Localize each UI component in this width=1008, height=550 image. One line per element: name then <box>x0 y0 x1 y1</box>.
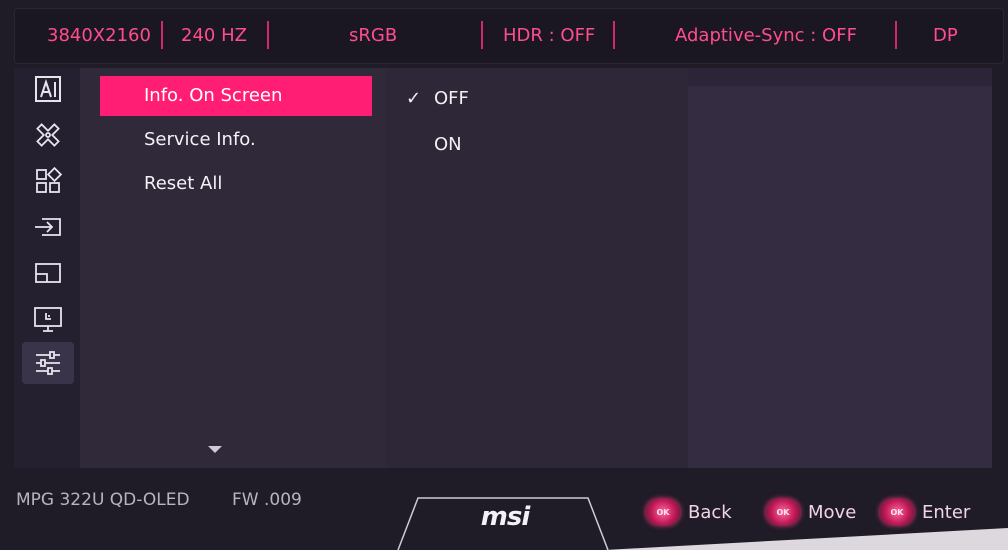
pip-icon <box>35 263 61 283</box>
firmware-version: FW .009 <box>232 490 302 510</box>
options-column: ✓ OFF ON <box>386 68 688 468</box>
status-refresh-rate: 240 HZ <box>181 25 247 46</box>
sidebar-item-input-source[interactable] <box>22 206 74 248</box>
status-separator <box>613 21 615 49</box>
back-label: Back <box>688 501 732 523</box>
status-separator <box>895 21 897 49</box>
enter-label: Enter <box>922 501 971 523</box>
option-off[interactable]: OFF <box>434 84 469 114</box>
status-adaptive-sync: Adaptive-Sync : OFF <box>675 25 857 46</box>
status-color-mode: sRGB <box>349 25 398 46</box>
sidebar-item-settings[interactable] <box>22 342 74 384</box>
status-input: DP <box>933 25 958 46</box>
sidebar-item-display[interactable] <box>22 298 74 340</box>
scroll-down-arrow-icon[interactable] <box>208 446 222 453</box>
sidebar-item-apps[interactable] <box>22 160 74 202</box>
detail-column <box>688 86 992 468</box>
move-button[interactable]: OK Move <box>766 496 856 528</box>
sidebar-item-ai[interactable] <box>22 68 74 110</box>
apps-grid-icon <box>36 166 63 193</box>
status-bar: 3840X2160 240 HZ sRGB HDR : OFF Adaptive… <box>14 8 1004 64</box>
sliders-icon <box>36 351 60 375</box>
gamepad-icon <box>36 123 60 147</box>
status-separator <box>161 21 163 49</box>
input-source-icon <box>35 218 61 236</box>
ai-icon <box>35 76 61 102</box>
ok-joystick-icon: OK <box>880 499 914 525</box>
osd-main-panel: Info. On Screen Service Info. Reset All … <box>14 68 992 468</box>
ok-joystick-icon: OK <box>766 499 800 525</box>
menu-column: Info. On Screen Service Info. Reset All <box>80 68 386 468</box>
enter-button[interactable]: OK Enter <box>880 496 970 528</box>
monitor-settings-icon <box>34 307 62 332</box>
msi-logo: msi <box>480 502 530 532</box>
menu-item-service-info[interactable]: Service Info. <box>100 120 372 160</box>
sidebar-item-gaming[interactable] <box>22 114 74 156</box>
status-separator <box>481 21 483 49</box>
sidebar-item-pip[interactable] <box>22 252 74 294</box>
model-name: MPG 322U QD-OLED <box>16 490 190 510</box>
ok-joystick-icon: OK <box>646 499 680 525</box>
check-icon: ✓ <box>406 88 422 109</box>
footer-bar: MPG 322U QD-OLED FW .009 msi OK Back OK … <box>0 470 1008 550</box>
back-button[interactable]: OK Back <box>646 496 732 528</box>
menu-item-info-on-screen[interactable]: Info. On Screen <box>100 76 372 116</box>
status-hdr: HDR : OFF <box>503 25 596 46</box>
option-on[interactable]: ON <box>434 130 462 160</box>
status-separator <box>267 21 269 49</box>
status-resolution: 3840X2160 <box>47 25 151 46</box>
menu-item-reset-all[interactable]: Reset All <box>100 164 372 204</box>
sidebar <box>14 68 80 468</box>
move-label: Move <box>808 501 857 523</box>
